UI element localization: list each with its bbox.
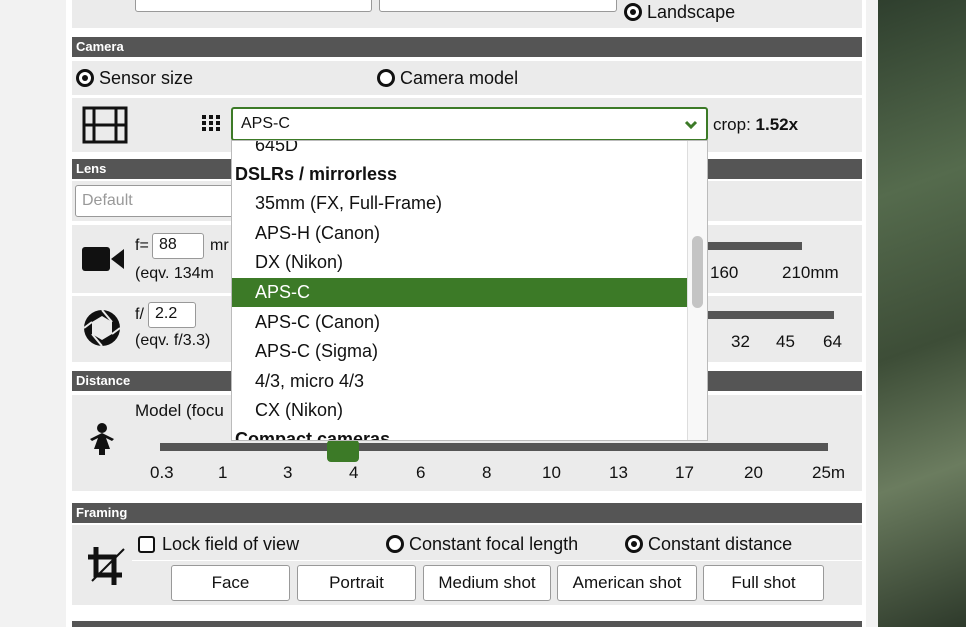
aperture-slider-track[interactable]	[708, 311, 834, 319]
grid-icon[interactable]	[202, 115, 220, 131]
full-shot-button[interactable]: Full shot	[703, 565, 824, 601]
portrait-button[interactable]: Portrait	[297, 565, 416, 601]
aperture-tick: 45	[776, 332, 795, 351]
aperture-tick: 64	[823, 332, 842, 351]
distance-tick: 4	[349, 463, 359, 482]
dropdown-option[interactable]: APS-C (Sigma)	[232, 337, 688, 366]
video-camera-icon	[82, 247, 124, 271]
distance-tick: 20	[744, 463, 763, 482]
distance-slider-track[interactable]	[160, 443, 828, 451]
camera-model-label: Camera model	[400, 68, 519, 88]
constant-distance-radio[interactable]	[625, 535, 643, 553]
equivalent-focal: (eqv. 134m	[135, 265, 214, 282]
distance-tick: 8	[482, 463, 492, 482]
american-shot-button[interactable]: American shot	[557, 565, 697, 601]
divider	[132, 560, 862, 561]
focal-prefix: f=	[135, 237, 149, 254]
next-section-header	[72, 621, 862, 627]
distance-tick: 10	[542, 463, 561, 482]
film-icon	[82, 106, 128, 144]
dropdown-option[interactable]: 645D	[232, 141, 688, 160]
camera-header: Camera	[72, 37, 862, 57]
crop-factor: crop: 1.52x	[713, 115, 798, 135]
focal-tick: 210mm	[782, 263, 839, 282]
distance-tick: 13	[609, 463, 628, 482]
focal-unit: mr	[210, 237, 229, 254]
landscape-label: Landscape	[647, 2, 736, 22]
dropdown-group-label: Compact cameras	[235, 429, 391, 441]
dropdown-option[interactable]: 35mm (FX, Full-Frame)	[232, 189, 688, 218]
dropdown-option-selected[interactable]: APS-C	[232, 278, 688, 307]
landscape-radio[interactable]	[624, 3, 642, 21]
focal-length-input[interactable]: 88	[152, 233, 204, 259]
crop-label: crop:	[713, 115, 756, 134]
camera-model-option[interactable]: Camera model	[377, 68, 518, 89]
constant-focal-option[interactable]: Constant focal length	[386, 534, 578, 555]
chevron-down-icon	[684, 120, 698, 130]
distance-tick: 25m	[812, 463, 846, 482]
dropdown-option[interactable]: CX (Nikon)	[232, 396, 688, 425]
sensor-size-radio[interactable]	[76, 69, 94, 87]
camera-mode-row: Sensor size Camera model	[72, 61, 862, 95]
lock-fov-checkbox[interactable]	[138, 536, 155, 553]
constant-focal-label: Constant focal length	[409, 534, 579, 554]
sensor-dropdown-list[interactable]: 645D DSLRs / mirrorless 35mm (FX, Full-F…	[231, 140, 708, 441]
dropdown-option[interactable]: APS-C (Canon)	[232, 308, 688, 337]
dropdown-scroll-thumb[interactable]	[692, 236, 703, 308]
preset-select-partial[interactable]	[135, 0, 372, 12]
lock-fov-option[interactable]: Lock field of view	[138, 534, 299, 555]
distance-tick: 17	[675, 463, 694, 482]
framing-header: Framing	[72, 503, 862, 523]
lens-preset-select[interactable]: Default	[75, 185, 235, 217]
sensor-select-value: APS-C	[241, 115, 290, 132]
subject-select-partial[interactable]	[379, 0, 617, 12]
distance-tick: 3	[283, 463, 293, 482]
constant-focal-radio[interactable]	[386, 535, 404, 553]
focal-slider-track[interactable]	[708, 242, 802, 250]
focal-tick: 160	[710, 263, 739, 282]
sensor-size-option[interactable]: Sensor size	[76, 68, 193, 89]
dropdown-scrollbar[interactable]	[687, 141, 707, 440]
constant-distance-label: Constant distance	[648, 534, 793, 554]
distance-tick: 6	[416, 463, 426, 482]
orientation-row: Landscape	[72, 0, 862, 28]
distance-tick: 1	[218, 463, 228, 482]
distance-tick: 0.3	[150, 463, 174, 482]
crop-value: 1.52x	[755, 115, 799, 134]
aperture-icon	[83, 309, 121, 347]
dropdown-option[interactable]: DX (Nikon)	[232, 248, 688, 277]
face-button[interactable]: Face	[171, 565, 290, 601]
lock-fov-label: Lock field of view	[162, 534, 300, 554]
person-icon	[90, 423, 114, 455]
aperture-prefix: f/	[135, 306, 144, 323]
landscape-option[interactable]: Landscape	[624, 2, 735, 23]
model-label: Model (focu	[135, 401, 224, 420]
sensor-size-label: Sensor size	[99, 68, 194, 88]
medium-shot-button[interactable]: Medium shot	[423, 565, 551, 601]
dropdown-option[interactable]: 4/3, micro 4/3	[232, 367, 688, 396]
crop-icon	[88, 547, 125, 585]
background-photo	[878, 0, 966, 627]
constant-distance-option[interactable]: Constant distance	[625, 534, 792, 555]
dropdown-option[interactable]: APS-H (Canon)	[232, 219, 688, 248]
aperture-tick: 32	[731, 332, 750, 351]
aperture-input[interactable]: 2.2	[148, 302, 196, 328]
distance-slider-handle[interactable]	[327, 440, 359, 462]
sensor-select[interactable]: APS-C	[231, 107, 708, 141]
dropdown-group-label: DSLRs / mirrorless	[235, 164, 398, 184]
camera-model-radio[interactable]	[377, 69, 395, 87]
equivalent-aperture: (eqv. f/3.3)	[135, 332, 211, 349]
